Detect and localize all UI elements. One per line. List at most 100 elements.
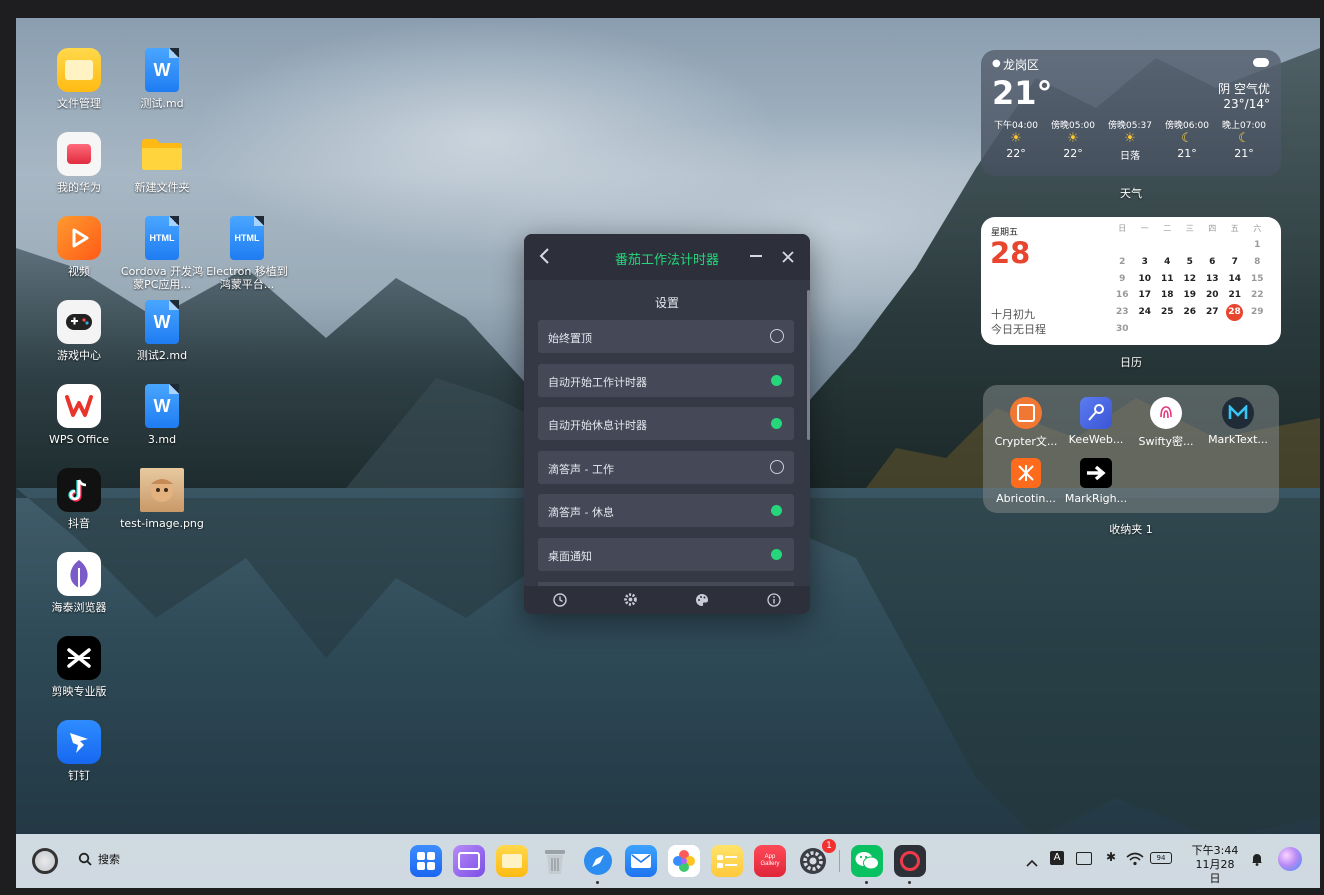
setting-tick-work[interactable]: 滴答声 - 工作 xyxy=(538,451,794,484)
calendar-day-cell[interactable]: 27 xyxy=(1202,305,1223,320)
desktop-icon-cordova-html[interactable]: HTML Cordova 开发鸿蒙PC应用... xyxy=(120,216,204,291)
input-method-indicator[interactable]: A xyxy=(1050,851,1064,865)
calendar-day-cell[interactable]: 7 xyxy=(1225,255,1246,270)
dock-wechat[interactable] xyxy=(851,845,883,877)
calendar-day-cell[interactable]: 24 xyxy=(1135,305,1156,320)
desktop-icon-test2-md[interactable]: W 测试2.md xyxy=(120,300,204,362)
calendar-day-cell[interactable]: 23 xyxy=(1112,305,1133,320)
calendar-widget[interactable]: 星期五 28 十月初九 今日无日程 日一二三四五六 1 2 3 4 5 6 7 8 9 10 11 12… xyxy=(981,217,1281,345)
info-icon[interactable] xyxy=(767,592,781,611)
clock[interactable]: 下午3:44 11月28日 xyxy=(1191,844,1239,886)
folder-widget[interactable]: Crypter文... KeeWeb... Swifty密... MarkTex… xyxy=(983,385,1279,513)
calendar-day-cell[interactable]: 18 xyxy=(1157,288,1178,303)
desktop-icon-3-md[interactable]: W 3.md xyxy=(120,384,204,446)
keyboard-icon[interactable] xyxy=(1076,852,1092,865)
desktop-icon-capcut[interactable]: 剪映专业版 xyxy=(37,636,121,698)
calendar-day-cell[interactable]: 20 xyxy=(1202,288,1223,303)
toggle-on-indicator[interactable] xyxy=(771,418,782,429)
settings-gear-icon[interactable] xyxy=(623,592,638,611)
setting-desktop-notification[interactable]: 桌面通知 xyxy=(538,538,794,571)
desktop-icon-new-folder[interactable]: 新建文件夹 xyxy=(120,132,204,194)
dock-app-center[interactable] xyxy=(410,845,442,877)
dock-notes[interactable] xyxy=(711,845,743,877)
calendar-day-cell[interactable]: 5 xyxy=(1180,255,1201,270)
toggle-off-indicator[interactable] xyxy=(770,460,784,474)
back-icon[interactable] xyxy=(538,247,552,269)
desktop-icon-label: 新建文件夹 xyxy=(134,181,190,194)
calendar-day-cell[interactable]: 19 xyxy=(1180,288,1201,303)
calendar-day-cell[interactable]: 30 xyxy=(1112,322,1133,337)
weather-temp: 21° xyxy=(992,74,1053,112)
app-markright[interactable]: MarkRigh... xyxy=(1061,458,1131,505)
calendar-day-cell[interactable]: 12 xyxy=(1180,272,1201,287)
calendar-day-cell[interactable]: 6 xyxy=(1202,255,1223,270)
calendar-day-cell[interactable]: 25 xyxy=(1157,305,1178,320)
theme-palette-icon[interactable] xyxy=(695,592,709,611)
app-swifty[interactable]: Swifty密... xyxy=(1131,397,1201,449)
desktop-icon-my-huawei[interactable]: 我的华为 xyxy=(37,132,121,194)
setting-auto-start-break[interactable]: 自动开始休息计时器 xyxy=(538,407,794,440)
dock-pomodoro[interactable] xyxy=(894,845,926,877)
desktop-icon-browser[interactable]: 海泰浏览器 xyxy=(37,552,121,614)
desktop-icon-video[interactable]: 视频 xyxy=(37,216,121,278)
calendar-day-cell[interactable]: 9 xyxy=(1112,272,1133,287)
toggle-off-indicator[interactable] xyxy=(770,329,784,343)
calendar-day-cell[interactable]: 1 xyxy=(1247,238,1268,253)
dock-recycle-bin[interactable] xyxy=(539,845,571,877)
setting-auto-start-work[interactable]: 自动开始工作计时器 xyxy=(538,364,794,397)
timer-clock-icon[interactable] xyxy=(553,592,567,611)
calendar-day-cell[interactable]: 29 xyxy=(1247,305,1268,320)
close-icon[interactable] xyxy=(781,249,795,268)
battery-indicator[interactable]: 94 xyxy=(1150,852,1172,864)
dock-settings[interactable]: 1 xyxy=(797,839,836,877)
assistant-orb-icon[interactable] xyxy=(1278,847,1302,871)
calendar-day-cell[interactable]: 8 xyxy=(1247,255,1268,270)
window-titlebar[interactable]: 番茄工作法计时器 xyxy=(524,234,810,280)
app-crypter[interactable]: Crypter文... xyxy=(991,397,1061,449)
start-circle-icon[interactable] xyxy=(32,848,58,874)
dock-appgallery[interactable]: App Gallery xyxy=(754,845,786,877)
calendar-day-cell[interactable]: 11 xyxy=(1157,272,1178,287)
desktop-icon-electron-html[interactable]: HTML Electron 移植到鸿蒙平台... xyxy=(205,216,289,291)
app-keeweb[interactable]: KeeWeb... xyxy=(1061,397,1131,446)
toggle-on-indicator[interactable] xyxy=(771,375,782,386)
desktop-icon-test-image[interactable]: test-image.png xyxy=(120,468,204,530)
calendar-day-cell[interactable]: 13 xyxy=(1202,272,1223,287)
setting-tick-break[interactable]: 滴答声 - 休息 xyxy=(538,494,794,527)
calendar-day-cell[interactable]: 28 xyxy=(1226,304,1243,322)
bluetooth-icon[interactable]: ✱ xyxy=(1106,850,1116,864)
scrollbar-thumb[interactable] xyxy=(807,290,810,440)
calendar-day-cell[interactable]: 2 xyxy=(1112,255,1133,270)
desktop-icon-wps[interactable]: WPS Office xyxy=(37,384,121,446)
desktop-icon-test-md[interactable]: W 测试.md xyxy=(120,48,204,110)
dock-browser[interactable] xyxy=(582,845,614,877)
minimize-icon[interactable] xyxy=(750,255,762,257)
app-marktext[interactable]: MarkText... xyxy=(1201,397,1275,446)
desktop-icon-dingtalk[interactable]: 钉钉 xyxy=(37,720,121,782)
desktop-icon-game-center[interactable]: 游戏中心 xyxy=(37,300,121,362)
calendar-day-cell[interactable]: 16 xyxy=(1112,288,1133,303)
dock-gallery[interactable] xyxy=(668,845,700,877)
calendar-day-cell[interactable]: 22 xyxy=(1247,288,1268,303)
notification-bell-icon[interactable] xyxy=(1251,851,1263,870)
desktop-icon-douyin[interactable]: 抖音 xyxy=(37,468,121,530)
calendar-day-cell[interactable]: 21 xyxy=(1225,288,1246,303)
calendar-day-cell[interactable]: 14 xyxy=(1225,272,1246,287)
calendar-day-cell[interactable]: 15 xyxy=(1247,272,1268,287)
calendar-day-cell[interactable]: 10 xyxy=(1135,272,1156,287)
desktop-icon-file-manager[interactable]: 文件管理 xyxy=(37,48,121,110)
calendar-day-cell[interactable]: 17 xyxy=(1135,288,1156,303)
calendar-day-cell[interactable]: 26 xyxy=(1180,305,1201,320)
calendar-day-cell[interactable]: 4 xyxy=(1157,255,1178,270)
wifi-icon[interactable] xyxy=(1126,851,1144,870)
app-abricotine[interactable]: Abricotin... xyxy=(991,458,1061,505)
weather-widget[interactable]: ● 龙岗区 21° 阴 空气优 23°/14° 下午04:00 ☀ 22° 傍晚… xyxy=(981,50,1281,176)
chevron-up-icon[interactable] xyxy=(1026,853,1038,872)
toggle-on-indicator[interactable] xyxy=(771,505,782,516)
setting-always-on-top[interactable]: 始终置顶 xyxy=(538,320,794,353)
toggle-on-indicator[interactable] xyxy=(771,549,782,560)
dock-mail[interactable] xyxy=(625,845,657,877)
calendar-day-cell[interactable]: 3 xyxy=(1135,255,1156,270)
dock-file-manager[interactable] xyxy=(496,845,528,877)
dock-multi-window[interactable] xyxy=(453,845,485,877)
